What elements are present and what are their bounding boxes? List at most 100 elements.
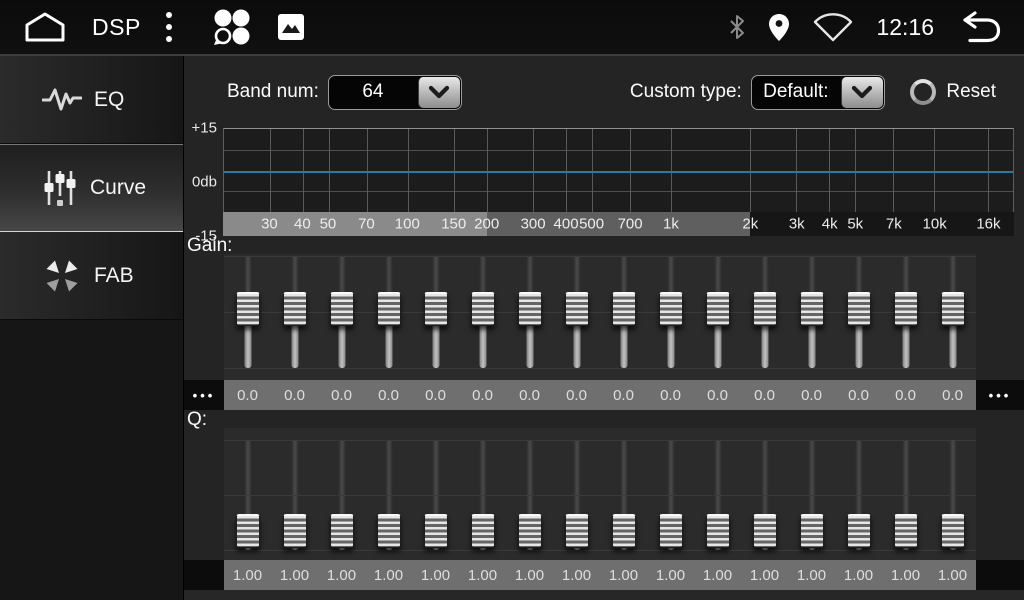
frequency-tick-label: 30 (261, 216, 278, 233)
gain-slider-4[interactable] (365, 254, 412, 380)
q-slider-15[interactable] (882, 428, 929, 560)
q-slider-knob[interactable] (941, 514, 965, 548)
q-slider-6[interactable] (459, 428, 506, 560)
q-left-cap[interactable] (184, 560, 224, 590)
q-slider-4[interactable] (365, 428, 412, 560)
q-slider-knob[interactable] (330, 514, 354, 548)
band-num-dropdown[interactable]: 64 (328, 75, 462, 110)
q-slider-knob[interactable] (424, 514, 448, 548)
q-slider-12[interactable] (741, 428, 788, 560)
overflow-menu-icon[interactable] (165, 10, 173, 44)
reset-radio[interactable] (910, 79, 936, 105)
gain-slider-knob[interactable] (565, 292, 589, 326)
q-slider-knob[interactable] (518, 514, 542, 548)
gain-scroll-left-button[interactable]: ••• (184, 380, 224, 410)
q-slider-knob[interactable] (894, 514, 918, 548)
gain-slider-7[interactable] (506, 254, 553, 380)
q-slider-10[interactable] (647, 428, 694, 560)
gain-slider-knob[interactable] (800, 292, 824, 326)
gain-slider-14[interactable] (835, 254, 882, 380)
gain-slider-11[interactable] (694, 254, 741, 380)
chevron-down-icon[interactable] (418, 77, 460, 108)
q-slider-knob[interactable] (283, 514, 307, 548)
chevron-down-icon[interactable] (841, 77, 883, 108)
frequency-tick-label: 3k (789, 216, 805, 233)
gain-slider-1[interactable] (224, 254, 271, 380)
apps-clover-icon[interactable] (209, 5, 253, 49)
q-slider-3[interactable] (318, 428, 365, 560)
frequency-tick-label: 4k (822, 216, 838, 233)
gain-slider-knob[interactable] (706, 292, 730, 326)
q-slider-knob[interactable] (847, 514, 871, 548)
q-slider-knob[interactable] (612, 514, 636, 548)
gain-slider-6[interactable] (459, 254, 506, 380)
q-slider-14[interactable] (835, 428, 882, 560)
gain-slider-16[interactable] (929, 254, 976, 380)
gain-slider-15[interactable] (882, 254, 929, 380)
gain-slider-knob[interactable] (283, 292, 307, 326)
q-slider-7[interactable] (506, 428, 553, 560)
gain-value-10: 0.0 (647, 380, 694, 410)
q-slider-11[interactable] (694, 428, 741, 560)
gain-slider-knob[interactable] (518, 292, 542, 326)
gain-value-6: 0.0 (459, 380, 506, 410)
custom-type-value: Default: (752, 76, 840, 109)
custom-type-dropdown[interactable]: Default: (751, 75, 885, 110)
gain-slider-8[interactable] (553, 254, 600, 380)
gain-slider-knob[interactable] (330, 292, 354, 326)
gain-slider-knob[interactable] (847, 292, 871, 326)
q-value-16: 1.00 (929, 560, 976, 590)
gain-slider-knob[interactable] (236, 292, 260, 326)
gain-scroll-right-button[interactable]: ••• (976, 380, 1024, 410)
gain-slider-knob[interactable] (424, 292, 448, 326)
gallery-icon[interactable] (277, 13, 305, 41)
gain-slider-10[interactable] (647, 254, 694, 380)
sidebar-item-label: FAB (94, 264, 134, 288)
reset-control[interactable]: Reset (910, 79, 996, 105)
band-num-value: 64 (329, 76, 417, 109)
gain-slider-13[interactable] (788, 254, 835, 380)
q-slider-13[interactable] (788, 428, 835, 560)
sidebar-item-curve[interactable]: Curve (0, 144, 183, 232)
q-slider-knob[interactable] (565, 514, 589, 548)
home-icon[interactable] (22, 11, 68, 43)
gain-value-7: 0.0 (506, 380, 553, 410)
gain-slider-5[interactable] (412, 254, 459, 380)
q-slider-knob[interactable] (753, 514, 777, 548)
q-slider-1[interactable] (224, 428, 271, 560)
q-slider-knob[interactable] (800, 514, 824, 548)
gain-slider-knob[interactable] (471, 292, 495, 326)
gain-slider-knob[interactable] (894, 292, 918, 326)
back-return-icon[interactable] (956, 11, 1002, 43)
slider-scale-line (224, 256, 976, 257)
q-slider-8[interactable] (553, 428, 600, 560)
gain-slider-12[interactable] (741, 254, 788, 380)
q-right-cap[interactable] (976, 560, 1024, 590)
sidebar-item-fab[interactable]: FAB (0, 232, 183, 320)
gain-slider-knob[interactable] (941, 292, 965, 326)
gain-slider-knob[interactable] (612, 292, 636, 326)
gain-slider-2[interactable] (271, 254, 318, 380)
gain-slider-knob[interactable] (753, 292, 777, 326)
gain-slider-3[interactable] (318, 254, 365, 380)
q-slider-knob[interactable] (377, 514, 401, 548)
q-slider-9[interactable] (600, 428, 647, 560)
gain-slider-knob[interactable] (659, 292, 683, 326)
q-slider-knob[interactable] (236, 514, 260, 548)
sidebar-item-label: EQ (94, 88, 124, 112)
gain-slider-knob[interactable] (377, 292, 401, 326)
sidebar-item-eq[interactable]: EQ (0, 56, 183, 144)
q-slider-knob[interactable] (471, 514, 495, 548)
frequency-tick-label: 70 (358, 216, 375, 233)
q-slider-knob[interactable] (706, 514, 730, 548)
y-axis-label: 0db (192, 174, 217, 191)
q-slider-5[interactable] (412, 428, 459, 560)
gain-value-2: 0.0 (271, 380, 318, 410)
gain-value-3: 0.0 (318, 380, 365, 410)
q-slider-2[interactable] (271, 428, 318, 560)
gain-slider-9[interactable] (600, 254, 647, 380)
q-slider-knob[interactable] (659, 514, 683, 548)
q-section-label: Q: (184, 410, 1024, 428)
q-slider-16[interactable] (929, 428, 976, 560)
gain-value-5: 0.0 (412, 380, 459, 410)
